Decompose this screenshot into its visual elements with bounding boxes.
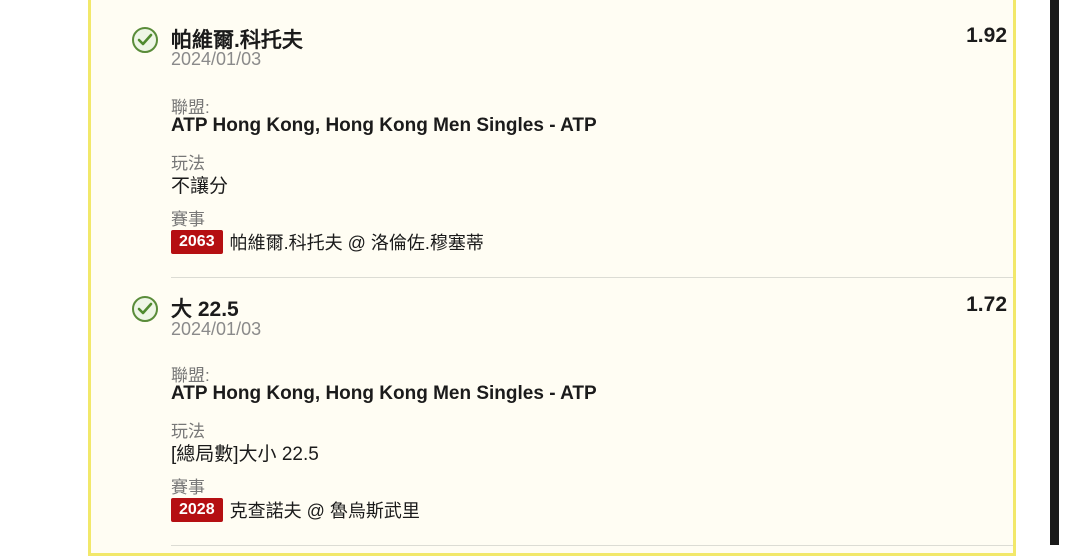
bet-divider (171, 545, 1013, 546)
bet-date: 2024/01/03 (171, 49, 262, 69)
bet-divider (171, 277, 1013, 278)
odds-value: 1.72 (966, 293, 1007, 316)
market-value: [總局數]大小 22.5 (171, 444, 319, 465)
odds-value: 1.92 (966, 24, 1007, 47)
event-code-badge: 2063 (171, 230, 223, 254)
event-label: 賽事 (171, 210, 205, 229)
league-value: ATP Hong Kong, Hong Kong Men Singles - A… (171, 115, 597, 136)
event-row: 2028 克查諾夫 @ 魯烏斯武里 (171, 497, 420, 523)
check-circle-icon (132, 27, 158, 53)
check-circle-icon (132, 296, 158, 322)
event-name: 帕維爾.科托夫 @ 洛倫佐.穆塞蒂 (229, 233, 484, 253)
scrollbar[interactable] (1050, 0, 1059, 545)
league-value: ATP Hong Kong, Hong Kong Men Singles - A… (171, 383, 597, 404)
market-value: 不讓分 (171, 176, 229, 197)
event-label: 賽事 (171, 478, 205, 497)
bet-slip-panel: 帕維爾.科托夫 1.92 2024/01/03 聯盟: ATP Hong Kon… (88, 0, 1016, 556)
event-row: 2063 帕維爾.科托夫 @ 洛倫佐.穆塞蒂 (171, 229, 484, 255)
event-name: 克查諾夫 @ 魯烏斯武里 (229, 501, 420, 521)
event-code-badge: 2028 (171, 498, 223, 522)
bet-date: 2024/01/03 (171, 319, 262, 339)
